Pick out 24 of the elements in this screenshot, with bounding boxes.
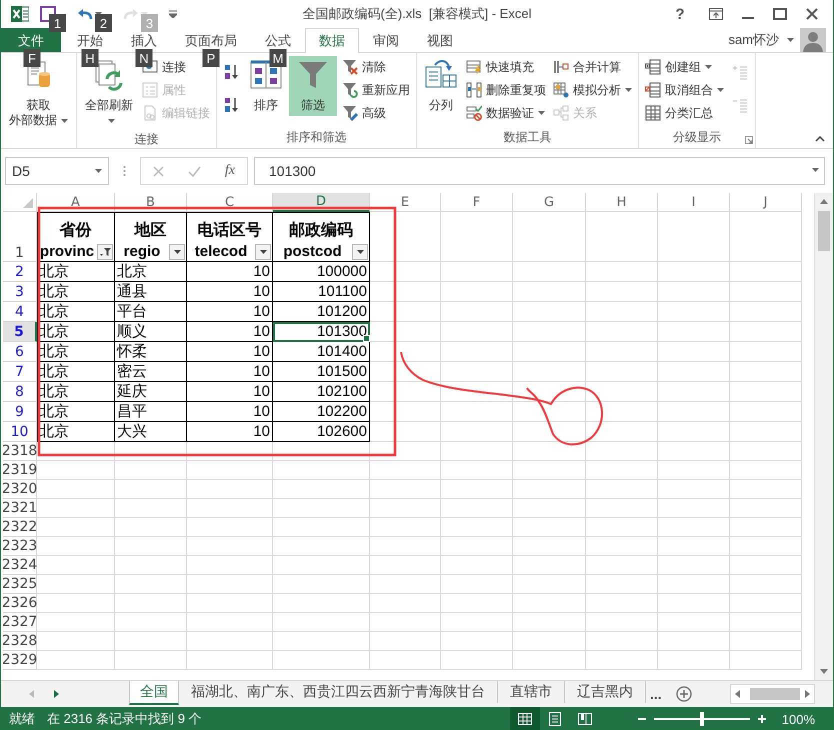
column-subtitle: regio [122,243,162,260]
key-tip-tooltip: N [136,49,152,67]
key-tip-tooltip: 2 [95,14,112,32]
column-title: 地区 [133,220,168,241]
column-subtitle: telecod [194,243,248,260]
key-tip-tooltip: 3 [141,14,158,32]
key-tip-tooltip: P [202,49,220,67]
column-title: 电话区号 [196,220,262,241]
key-tip-tooltip: M [270,49,286,67]
group-label: 数据工具 [504,128,552,146]
group-label: 连接 [134,131,158,148]
status-text: 就绪 [9,710,35,728]
window-title: 全国邮政编码(全).xls [兼容模式] - Excel [302,5,532,23]
column-title: 省份 [58,220,92,241]
group-label: 分级显示 [673,128,721,146]
status-message: 在 2316 条记录中找到 9 个 [47,710,202,728]
column-subtitle: postcod [282,243,343,260]
key-tip-tooltip: 1 [49,14,66,32]
key-tip-tooltip: H [82,49,98,67]
group-label: 排序和筛选 [286,128,346,146]
column-subtitle: provinc [38,243,96,260]
key-tip-tooltip: F [24,49,40,67]
column-title: 邮政编码 [288,220,354,241]
zoom-level: 100% [782,712,815,726]
